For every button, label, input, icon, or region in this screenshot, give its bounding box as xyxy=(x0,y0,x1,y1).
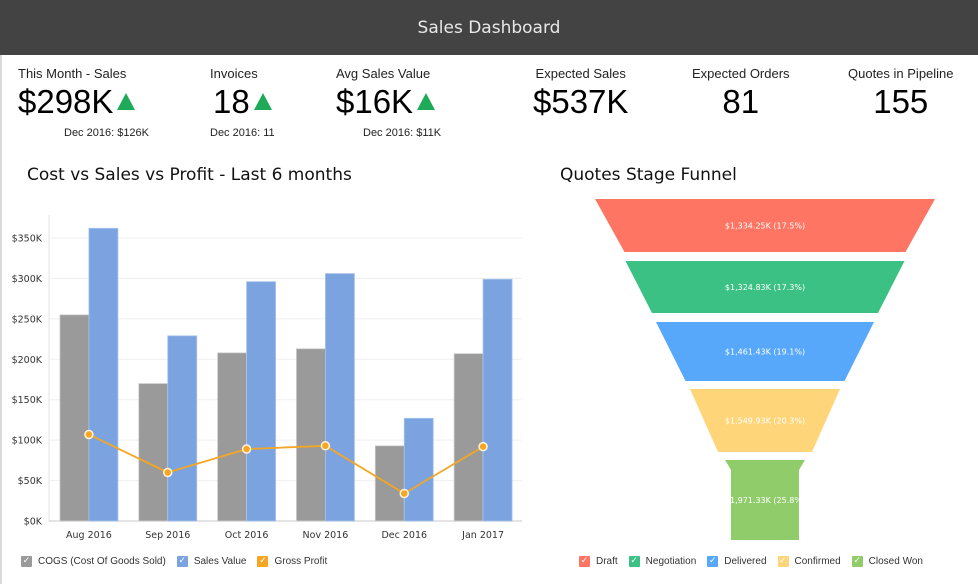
funnel-data-label: $1,461.43K (19.1%) xyxy=(725,348,805,357)
bar-sales-value xyxy=(88,227,119,522)
y-tick-label: $350K xyxy=(12,234,43,245)
bar-cogs xyxy=(217,352,247,522)
legend-label: Sales Value xyxy=(193,556,247,567)
point-gross-profit xyxy=(478,441,488,452)
point-gross-profit xyxy=(399,488,409,499)
kpi-quotes-in-pipeline: Quotes in Pipeline 155 xyxy=(848,66,954,121)
trend-up-icon xyxy=(417,92,436,110)
x-tick-label: Oct 2016 xyxy=(225,530,269,541)
legend-label: COGS (Cost Of Goods Sold) xyxy=(38,556,166,567)
x-tick-label: Sep 2016 xyxy=(145,530,190,541)
y-tick-label: $0K xyxy=(24,517,43,528)
checkbox-icon[interactable]: ✓ xyxy=(777,556,789,567)
quotes-stage-funnel: $1,334.25K (17.5%) $1,324.83K (17.3%) $1,4… xyxy=(595,199,935,540)
bar-cogs xyxy=(374,445,405,522)
kpi-label: Quotes in Pipeline xyxy=(848,66,954,81)
y-tick-label: $100K xyxy=(12,436,43,447)
kpi-invoices: Invoices 18 Dec 2016: 11 xyxy=(210,66,275,139)
checkbox-icon[interactable]: ✓ xyxy=(257,556,269,567)
bar-sales-value xyxy=(403,417,434,522)
legend-item-cogs[interactable]: ✓ COGS (Cost Of Goods Sold) xyxy=(21,556,166,567)
trend-up-icon xyxy=(117,92,136,110)
legend-item-gross-profit[interactable]: ✓ Gross Profit xyxy=(257,556,327,567)
legend-item-sales-value[interactable]: ✓ Sales Value xyxy=(176,556,247,567)
bar-cogs xyxy=(453,353,484,522)
kpi-label: Avg Sales Value xyxy=(336,66,431,81)
checkbox-icon[interactable]: ✓ xyxy=(21,556,32,567)
bar-cogs xyxy=(296,348,326,522)
legend-label: Gross Profit xyxy=(274,556,328,567)
legend-label: Delivered xyxy=(724,556,767,567)
funnel-data-label: $1,971.33K (25.8%) xyxy=(725,496,805,505)
legend-label: Draft xyxy=(596,556,618,567)
point-gross-profit xyxy=(320,441,331,451)
x-tick-label: Aug 2016 xyxy=(66,530,112,541)
kpi-value: $298K xyxy=(18,83,114,120)
kpi-this-month-sales: This Month - Sales $298K Dec 2016: $126K xyxy=(18,66,149,139)
funnel-data-label: $1,324.83K (17.3%) xyxy=(725,283,805,292)
x-tick-label: Jan 2017 xyxy=(461,530,504,541)
bar-sales-value xyxy=(167,335,198,522)
checkbox-icon[interactable]: ✓ xyxy=(176,556,188,567)
point-gross-profit xyxy=(84,429,94,440)
legend-item-delivered[interactable]: ✓ Delivered xyxy=(707,556,767,567)
bar-cogs xyxy=(59,314,90,522)
bar-sales-value xyxy=(482,278,513,522)
y-tick-label: $50K xyxy=(18,476,43,487)
checkbox-icon[interactable]: ✓ xyxy=(707,556,719,567)
x-tick-label: Nov 2016 xyxy=(303,530,349,541)
y-tick-label: $200K xyxy=(12,355,43,366)
bar-chart-title: Cost vs Sales vs Profit - Last 6 months xyxy=(27,165,352,185)
bar-sales-value xyxy=(325,273,355,522)
checkbox-icon[interactable]: ✓ xyxy=(579,556,590,567)
kpi-value: 81 xyxy=(722,83,760,120)
checkbox-icon[interactable]: ✓ xyxy=(628,556,640,567)
kpi-comparison: Dec 2016: $126K xyxy=(64,127,150,139)
x-tick-label: Dec 2016 xyxy=(381,530,427,541)
kpi-expected-orders: Expected Orders 81 xyxy=(692,66,790,121)
legend-item-negotiation[interactable]: ✓ Negotiation xyxy=(628,556,697,567)
legend-label: Closed Won xyxy=(868,556,923,567)
y-tick-label: $300K xyxy=(12,274,43,285)
checkbox-icon[interactable]: ✓ xyxy=(851,556,863,567)
point-gross-profit xyxy=(163,467,173,478)
legend-label: Confirmed xyxy=(794,556,841,567)
kpi-value: 18 xyxy=(213,83,250,120)
legend-item-confirmed[interactable]: ✓ Confirmed xyxy=(777,556,841,567)
funnel-data-label: $1,549.93K (20.3%) xyxy=(725,417,805,426)
legend-label: Negotiation xyxy=(645,556,697,567)
kpi-expected-sales: Expected Sales $537K xyxy=(533,66,628,121)
window-title: Sales Dashboard xyxy=(417,17,561,38)
funnel-data-label: $1,334.25K (17.5%) xyxy=(725,222,805,231)
kpi-label: This Month - Sales xyxy=(18,66,127,81)
kpi-comparison: Dec 2016: 11 xyxy=(210,127,275,139)
kpi-value: $537K xyxy=(533,83,629,120)
y-tick-label: $250K xyxy=(12,314,43,325)
bar-sales-value xyxy=(246,281,276,522)
window-title-bar: Sales Dashboard xyxy=(0,0,978,55)
legend-item-closed-won[interactable]: ✓ Closed Won xyxy=(851,556,923,567)
kpi-comparison: Dec 2016: $11K xyxy=(363,127,442,139)
kpi-label: Expected Orders xyxy=(692,66,790,81)
bar-chart-legend: ✓ COGS (Cost Of Goods Sold) ✓ Sales Valu… xyxy=(21,556,338,567)
kpi-value: 155 xyxy=(873,83,929,120)
funnel-chart-title: Quotes Stage Funnel xyxy=(560,165,737,185)
cost-sales-profit-chart: $0K $50K $100K $150K $200K $250K $300K $350K Aug… xyxy=(12,215,522,541)
kpi-value: $16K xyxy=(336,83,414,120)
kpi-avg-sales-value: Avg Sales Value $16K Dec 2016: $11K xyxy=(336,66,441,139)
y-tick-label: $150K xyxy=(12,395,43,406)
funnel-legend: ✓ Draft ✓ Negotiation ✓ Delivered ✓ Conf… xyxy=(579,556,934,567)
point-gross-profit xyxy=(241,444,252,454)
kpi-label: Expected Sales xyxy=(535,66,626,81)
legend-item-draft[interactable]: ✓ Draft xyxy=(579,556,618,567)
trend-up-icon xyxy=(253,92,272,110)
bar-cogs xyxy=(138,383,169,522)
kpi-label: Invoices xyxy=(210,66,258,81)
